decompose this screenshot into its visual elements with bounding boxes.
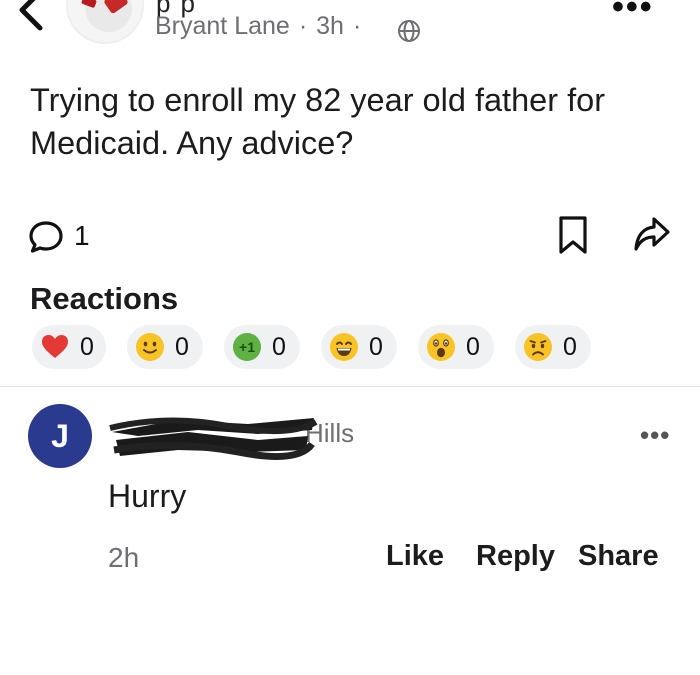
reaction-sad[interactable]: 0 (515, 325, 591, 369)
globe-icon (398, 20, 420, 42)
reaction-smile[interactable]: 0 (127, 325, 203, 369)
commenter-avatar[interactable]: J (28, 404, 92, 468)
reaction-plus-one[interactable]: +1 0 (224, 325, 300, 369)
post-more-button[interactable]: ••• (612, 0, 654, 27)
comment-text: Hurry (108, 478, 187, 514)
comment-count[interactable]: 1 (74, 220, 90, 252)
like-button[interactable]: Like (386, 540, 444, 573)
reaction-count: 0 (466, 332, 480, 361)
reaction-count: 0 (563, 332, 577, 361)
section-divider (0, 386, 700, 387)
heart-icon (40, 332, 70, 362)
post-time: 3h (316, 12, 344, 40)
grin-emoji-icon (329, 332, 359, 362)
surprised-emoji-icon (426, 332, 456, 362)
author-avatar[interactable] (66, 0, 144, 44)
meta-separator-2: · (352, 12, 362, 40)
reaction-count: 0 (175, 332, 189, 361)
plus-one-label: +1 (239, 339, 255, 355)
comment-more-button[interactable]: ••• (640, 420, 670, 451)
comment-icon[interactable] (28, 220, 64, 254)
comment-time: 2h (108, 542, 140, 573)
share-icon[interactable] (633, 215, 671, 253)
avatar-flag-detail (103, 0, 129, 15)
back-chevron-icon[interactable] (6, 0, 56, 34)
smile-emoji-icon (135, 332, 165, 362)
meta-separator: · (298, 12, 308, 40)
reactions-title: Reactions (30, 281, 179, 316)
reaction-count: 0 (80, 332, 94, 361)
author-name[interactable]: Bryant Lane (155, 12, 290, 40)
reply-button[interactable]: Reply (476, 540, 555, 573)
post-text: Trying to enroll my 82 year old father f… (30, 82, 606, 161)
reaction-grin[interactable]: 0 (321, 325, 397, 369)
reaction-heart[interactable]: 0 (32, 325, 106, 369)
share-button[interactable]: Share (578, 540, 659, 573)
avatar-hat-detail (81, 0, 97, 9)
plus-one-icon: +1 (232, 332, 262, 362)
reaction-count: 0 (272, 332, 286, 361)
redaction-scribble (109, 417, 318, 460)
author-meta: Bryant Lane · 3h · (155, 12, 370, 41)
bookmark-icon[interactable] (557, 215, 589, 255)
reaction-count: 0 (369, 332, 383, 361)
reaction-surprised[interactable]: 0 (418, 325, 494, 369)
sad-emoji-icon (523, 332, 553, 362)
